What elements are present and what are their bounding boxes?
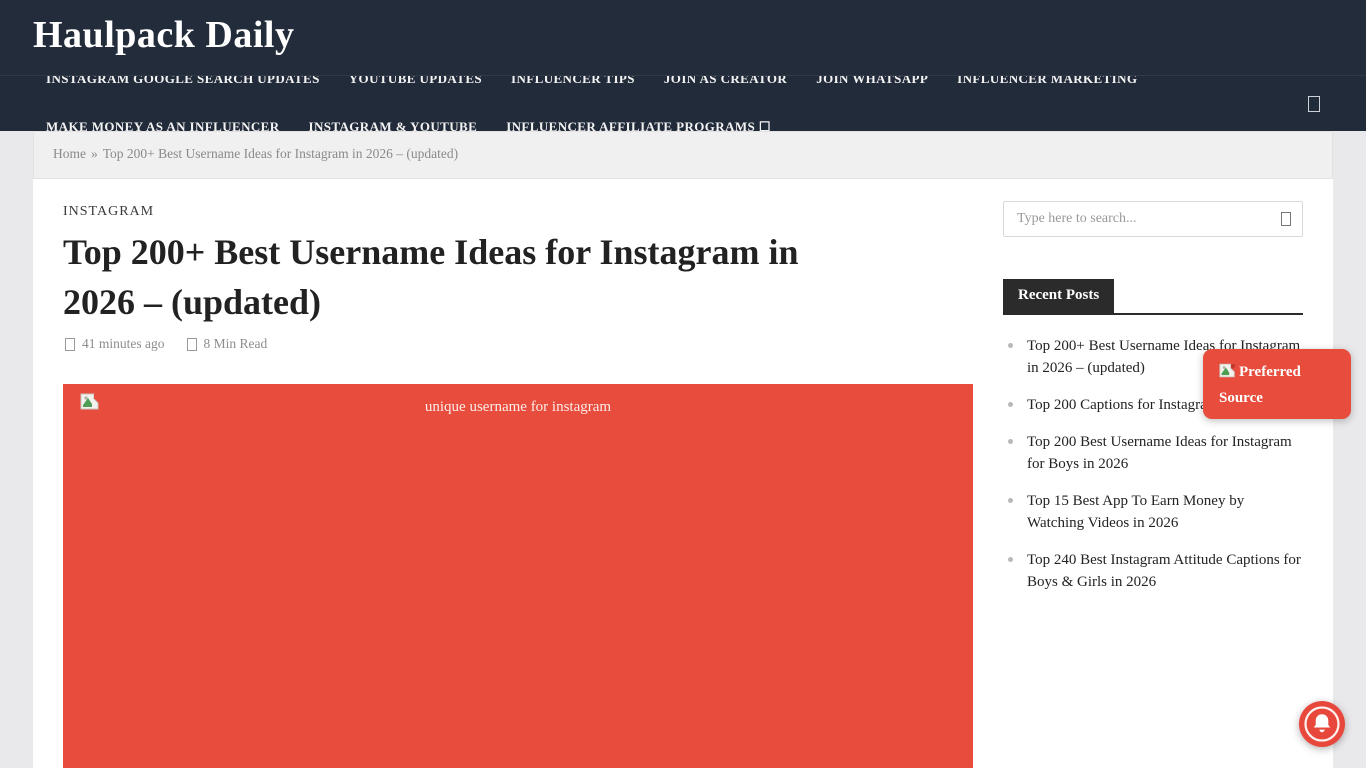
breadcrumb-current: Top 200+ Best Username Ideas for Instagr… xyxy=(103,146,458,161)
published-time: 41 minutes ago xyxy=(82,336,165,352)
post-title: Top 200+ Best Username Ideas for Instagr… xyxy=(63,227,863,327)
nav-menu-item[interactable]: INFLUENCER MARKETING xyxy=(957,75,1137,89)
article: INSTAGRAM Top 200+ Best Username Ideas f… xyxy=(63,179,973,768)
site-header: Haulpack Daily xyxy=(0,0,1366,75)
nav-row-2: MAKE MONEY AS AN INFLUENCER INSTAGRAM & Y… xyxy=(46,117,771,131)
nav-menu-item[interactable]: JOIN AS CREATOR xyxy=(664,75,787,89)
recent-posts-widget: Recent Posts Top 200+ Best Username Idea… xyxy=(1003,279,1303,608)
nav-menu-item[interactable]: INFLUENCER TIPS xyxy=(511,75,635,89)
post-meta: 41 minutes ago 8 Min Read xyxy=(65,336,267,352)
published-meta: 41 minutes ago xyxy=(65,336,165,352)
book-icon xyxy=(187,338,197,351)
main-nav: INSTAGRAM GOOGLE SEARCH UPDATES YOUTUBE U… xyxy=(0,75,1366,131)
search-submit-icon[interactable] xyxy=(1281,212,1291,226)
breadcrumb-separator: » xyxy=(91,146,98,161)
preferred-source-popup[interactable]: Preferred Source xyxy=(1203,349,1351,419)
content-card: INSTAGRAM Top 200+ Best Username Ideas f… xyxy=(33,179,1333,768)
nav-row-1: INSTAGRAM GOOGLE SEARCH UPDATES YOUTUBE U… xyxy=(46,75,1137,89)
notification-bell-button[interactable] xyxy=(1299,701,1345,747)
nav-menu-item[interactable]: INSTAGRAM GOOGLE SEARCH UPDATES xyxy=(46,75,320,89)
sidebar-search-box xyxy=(1003,201,1303,237)
breadcrumb-home-link[interactable]: Home xyxy=(53,146,86,161)
read-time: 8 Min Read xyxy=(204,336,268,352)
nav-menu-item[interactable]: INSTAGRAM & YOUTUBE xyxy=(309,117,478,131)
broken-image-icon xyxy=(1219,363,1236,378)
nav-menu-item[interactable]: MAKE MONEY AS AN INFLUENCER xyxy=(46,117,280,131)
nav-menu-item[interactable]: INFLUENCER AFFILIATE PROGRAMS ☐ xyxy=(506,117,771,131)
post-category-link[interactable]: INSTAGRAM xyxy=(63,204,154,220)
breadcrumb: Home » Top 200+ Best Username Ideas for In… xyxy=(53,146,458,162)
bell-icon xyxy=(1299,701,1345,747)
nav-menu-item[interactable]: JOIN WHATSAPP xyxy=(816,75,928,89)
featured-image-alt-text: unique username for instagram xyxy=(63,399,973,416)
recent-post-link[interactable]: Top 240 Best Instagram Attitude Captions… xyxy=(1003,549,1303,593)
clock-icon xyxy=(65,338,75,351)
read-time-meta: 8 Min Read xyxy=(187,336,268,352)
search-icon[interactable] xyxy=(1308,96,1320,112)
recent-post-link[interactable]: Top 200 Best Username Ideas for Instagra… xyxy=(1003,431,1303,475)
site-logo[interactable]: Haulpack Daily xyxy=(33,13,294,57)
recent-posts-title: Recent Posts xyxy=(1003,279,1114,313)
recent-post-link[interactable]: Top 15 Best App To Earn Money by Watchin… xyxy=(1003,490,1303,534)
nav-menu-item[interactable]: YOUTUBE UPDATES xyxy=(349,75,482,89)
search-input[interactable] xyxy=(1004,202,1302,236)
widget-divider xyxy=(1003,313,1303,315)
featured-image-placeholder: unique username for instagram xyxy=(63,384,973,768)
breadcrumb-bar: Home » Top 200+ Best Username Ideas for In… xyxy=(33,131,1333,179)
